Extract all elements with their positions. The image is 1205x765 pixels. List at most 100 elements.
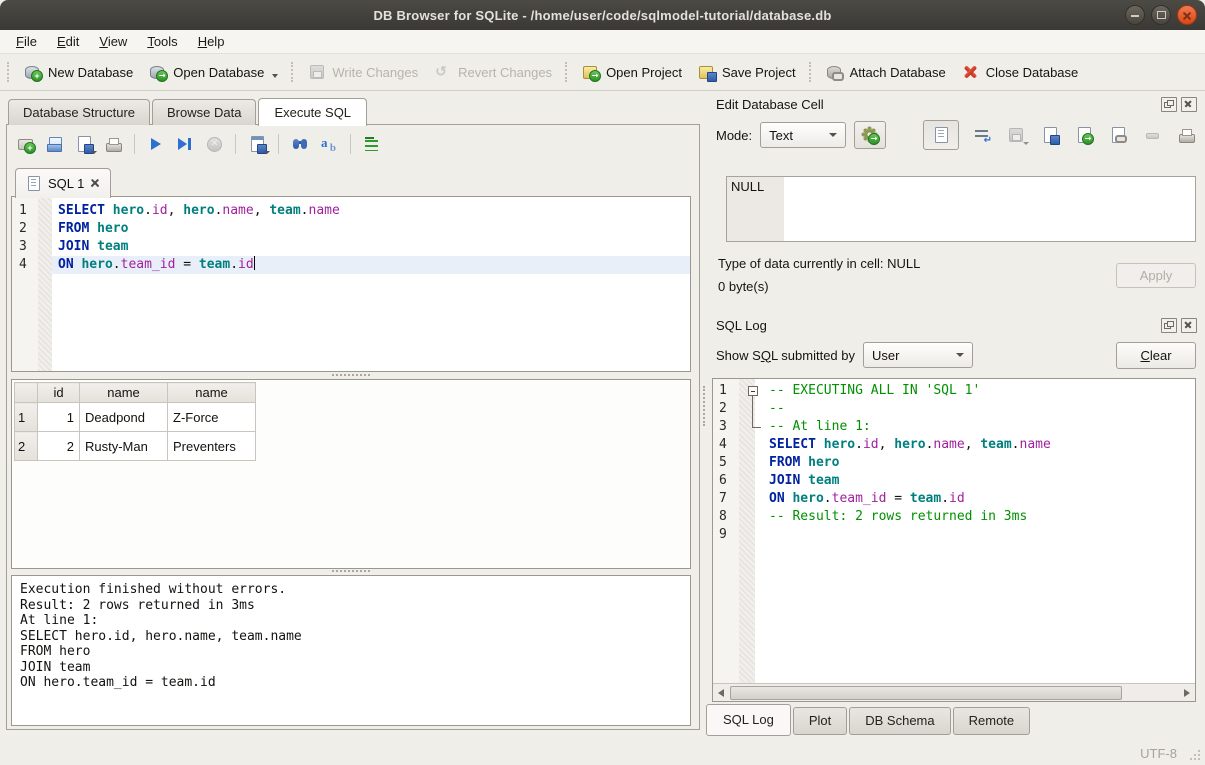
- message-line: JOIN team: [20, 660, 682, 676]
- fold-margin: [745, 454, 765, 472]
- link-cell-button[interactable]: [1107, 124, 1129, 146]
- cell[interactable]: Deadpond: [80, 403, 168, 432]
- dropdown-caret-icon[interactable]: [272, 74, 278, 78]
- sql-editor[interactable]: 1234 SELECT hero.id, hero.name, team.nam…: [11, 196, 691, 372]
- code-line[interactable]: ON hero.team_id = team.id: [52, 256, 690, 274]
- column-header-name-1[interactable]: name: [80, 383, 168, 403]
- float-panel-icon[interactable]: [1161, 97, 1177, 112]
- print-cell-button[interactable]: [1175, 124, 1197, 146]
- grid-corner-cell[interactable]: [15, 383, 38, 403]
- close-panel-icon[interactable]: [1181, 318, 1197, 333]
- resize-grip[interactable]: [1188, 748, 1200, 760]
- word-wrap-button[interactable]: [971, 124, 993, 146]
- scroll-right-icon[interactable]: [1179, 685, 1195, 701]
- cell[interactable]: Preventers: [168, 432, 256, 461]
- fold-margin: [745, 436, 765, 454]
- format-sql-button[interactable]: [361, 133, 383, 155]
- execute-button[interactable]: [145, 133, 167, 155]
- save-project-button[interactable]: Save Project: [690, 59, 804, 85]
- dropdown-caret-icon[interactable]: [1023, 142, 1029, 145]
- attach-database-button[interactable]: Attach Database: [818, 59, 954, 85]
- new-tab-button[interactable]: [15, 133, 37, 155]
- cell[interactable]: Z-Force: [168, 403, 256, 432]
- horizontal-scrollbar[interactable]: [713, 683, 1195, 701]
- dropdown-caret-icon[interactable]: [91, 151, 97, 154]
- code-line[interactable]: FROM hero: [52, 220, 690, 238]
- maximize-button[interactable]: [1151, 5, 1171, 25]
- dock-tab-db-schema[interactable]: DB Schema: [849, 707, 950, 735]
- cell[interactable]: 2: [38, 432, 80, 461]
- menu-edit[interactable]: Edit: [47, 32, 89, 51]
- sql-log-content[interactable]: 1-- EXECUTING ALL IN 'SQL 1'2--3-- At li…: [713, 379, 1195, 684]
- menu-view[interactable]: View: [89, 32, 137, 51]
- dock-tab-plot[interactable]: Plot: [793, 707, 847, 735]
- import-cell-button[interactable]: [1039, 124, 1061, 146]
- dock-tab-sql-log[interactable]: SQL Log: [706, 704, 791, 736]
- column-header-id-0[interactable]: id: [38, 383, 80, 403]
- cell[interactable]: 1: [38, 403, 80, 432]
- export-csv-button[interactable]: [246, 133, 268, 155]
- link-cell-icon: [1109, 126, 1127, 144]
- float-panel-icon[interactable]: [1161, 318, 1177, 333]
- close-database-button[interactable]: Close Database: [954, 59, 1087, 85]
- tab-browse-data[interactable]: Browse Data: [152, 99, 256, 125]
- cell-value-editor[interactable]: NULL: [726, 176, 1196, 242]
- fold-marker-icon[interactable]: [745, 400, 765, 418]
- submitted-by-select[interactable]: User: [863, 342, 973, 368]
- new-database-label: New Database: [48, 65, 133, 80]
- message-line: Execution finished without errors.: [20, 582, 682, 598]
- column-header-name-2[interactable]: name: [168, 383, 256, 403]
- menu-file[interactable]: File: [6, 32, 47, 51]
- row-header[interactable]: 2: [15, 432, 38, 461]
- row-header[interactable]: 1: [15, 403, 38, 432]
- code-line[interactable]: SELECT hero.id, hero.name, team.name: [52, 202, 690, 220]
- splitter-editor-results[interactable]: [11, 371, 691, 379]
- fold-marker-icon[interactable]: [745, 418, 765, 436]
- fold-marker-icon[interactable]: [745, 382, 765, 400]
- auto-switch-mode-button[interactable]: [854, 121, 886, 149]
- new-database-button[interactable]: New Database: [16, 59, 141, 85]
- print-button[interactable]: [102, 133, 124, 155]
- find-button[interactable]: [289, 133, 311, 155]
- clear-button[interactable]: Clear: [1116, 342, 1196, 369]
- menu-help[interactable]: Help: [188, 32, 235, 51]
- execute-line-button[interactable]: [174, 133, 196, 155]
- save-sql-button[interactable]: [73, 133, 95, 155]
- open-database-button[interactable]: Open Database: [141, 59, 286, 85]
- table-row[interactable]: 11DeadpondZ-Force: [15, 403, 256, 432]
- message-line: At line 1:: [20, 613, 682, 629]
- tab-execute-sql[interactable]: Execute SQL: [258, 98, 367, 126]
- mode-select[interactable]: Text: [760, 122, 846, 148]
- menu-tools[interactable]: Tools: [137, 32, 187, 51]
- scroll-left-icon[interactable]: [713, 685, 729, 701]
- open-sql-button[interactable]: [44, 133, 66, 155]
- close-panel-icon[interactable]: [1181, 97, 1197, 112]
- close-tab-icon[interactable]: [89, 177, 101, 189]
- tab-database-structure[interactable]: Database Structure: [8, 99, 150, 125]
- table-row[interactable]: 22Rusty-ManPreventers: [15, 432, 256, 461]
- tab-sql-1[interactable]: SQL 1: [15, 168, 111, 198]
- text-doc-button[interactable]: [923, 120, 959, 150]
- export-cell-button[interactable]: [1073, 124, 1095, 146]
- print-cell-icon: [1177, 126, 1195, 144]
- code-line[interactable]: JOIN team: [52, 238, 690, 256]
- splitter-results-message[interactable]: [11, 567, 691, 575]
- sql-log-dock-title: SQL Log: [716, 315, 1197, 335]
- editor-code-area[interactable]: SELECT hero.id, hero.name, team.nameFROM…: [52, 197, 690, 371]
- close-database-icon: [962, 63, 980, 81]
- maximize-icon: [1157, 11, 1166, 19]
- log-line: 9: [713, 526, 1195, 544]
- log-line-number: 8: [713, 508, 745, 526]
- scrollbar-thumb[interactable]: [730, 686, 1122, 700]
- log-line: 5FROM hero: [713, 454, 1195, 472]
- autocomplete-button[interactable]: [318, 133, 340, 155]
- title-bar[interactable]: DB Browser for SQLite - /home/user/code/…: [0, 0, 1205, 30]
- open-project-button[interactable]: Open Project: [574, 59, 690, 85]
- dock-tab-remote[interactable]: Remote: [953, 707, 1031, 735]
- close-window-button[interactable]: [1177, 5, 1197, 25]
- cell-value-input[interactable]: [784, 177, 1195, 241]
- cell[interactable]: Rusty-Man: [80, 432, 168, 461]
- minimize-button[interactable]: [1125, 5, 1145, 25]
- toolbar-handle: [565, 62, 567, 82]
- dropdown-caret-icon[interactable]: [264, 151, 270, 154]
